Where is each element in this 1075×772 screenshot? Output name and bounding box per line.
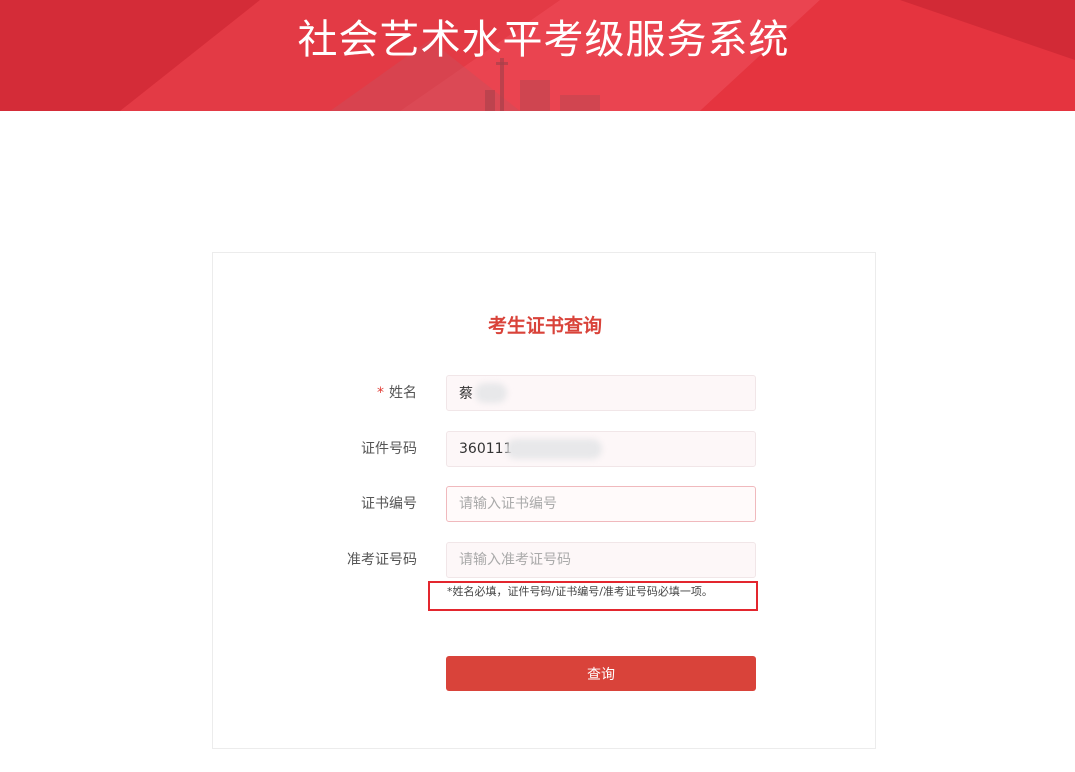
name-label: * 姓名 — [377, 385, 417, 401]
id-number-label: 证件号码 — [361, 441, 417, 457]
admission-number-label: 准考证号码 — [347, 552, 417, 568]
certificate-number-row: 证书编号 — [213, 486, 877, 522]
admission-number-row: 准考证号码 — [213, 542, 877, 578]
system-title: 社会艺术水平考级服务系统 — [297, 17, 790, 63]
query-button[interactable]: 查询 — [446, 656, 756, 691]
required-fields-note: *姓名必填，证件号码/证书编号/准考证号码必填一项。 — [447, 585, 713, 598]
certificate-number-label: 证书编号 — [361, 496, 417, 512]
required-mark: * — [377, 385, 384, 401]
header-banner: 社会艺术水平考级服务系统 — [0, 0, 1075, 111]
name-row: * 姓名 — [213, 375, 877, 411]
id-number-row: 证件号码 — [213, 431, 877, 467]
certificate-query-card: 考生证书查询 *姓名 证件号码 证书编号 准考证号码 *姓名必填，证件号码/证书… — [212, 252, 876, 749]
redacted-name — [475, 383, 507, 403]
form-title: 考生证书查询 — [487, 315, 602, 337]
certificate-number-input[interactable] — [446, 486, 756, 522]
redacted-id-number — [506, 439, 602, 459]
admission-number-input[interactable] — [446, 542, 756, 578]
